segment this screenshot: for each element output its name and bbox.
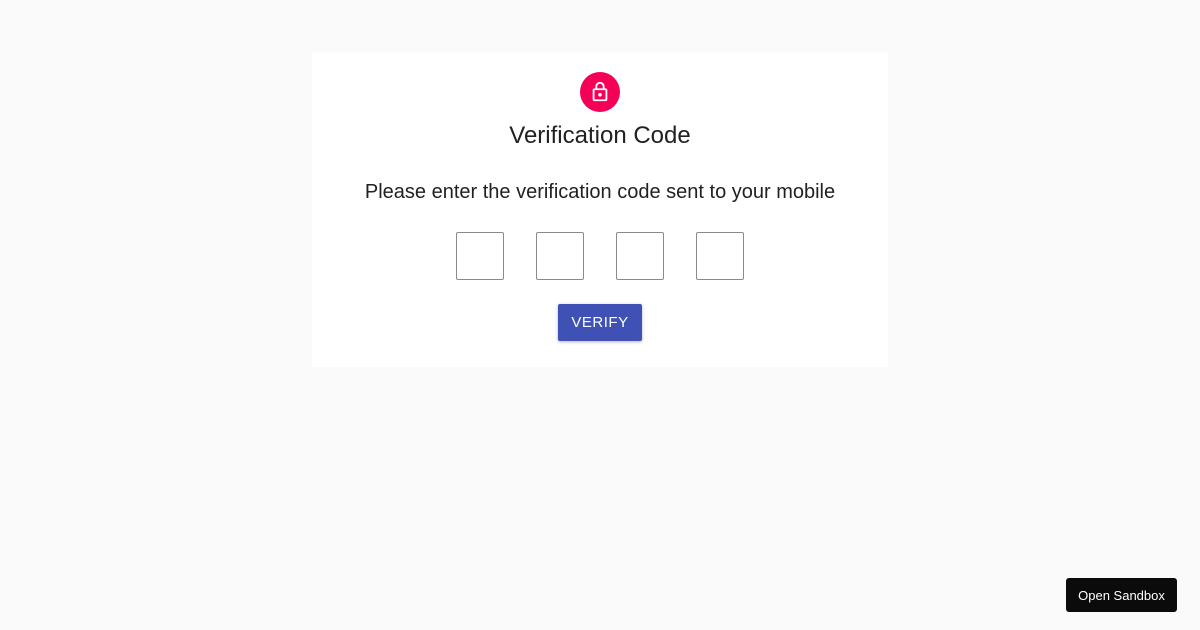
code-digit-2-input[interactable] bbox=[536, 232, 584, 280]
instruction-text: Please enter the verification code sent … bbox=[364, 181, 836, 203]
page-title: Verification Code bbox=[509, 122, 691, 149]
lock-avatar bbox=[580, 72, 620, 112]
code-input-row bbox=[312, 232, 888, 280]
lock-icon bbox=[592, 81, 608, 102]
verification-card: Verification Code Please enter the verif… bbox=[312, 52, 888, 367]
verify-button[interactable]: VERIFY bbox=[558, 304, 642, 341]
code-digit-3-input[interactable] bbox=[616, 232, 664, 280]
code-digit-1-input[interactable] bbox=[456, 232, 504, 280]
open-sandbox-button[interactable]: Open Sandbox bbox=[1066, 578, 1177, 612]
code-digit-4-input[interactable] bbox=[696, 232, 744, 280]
